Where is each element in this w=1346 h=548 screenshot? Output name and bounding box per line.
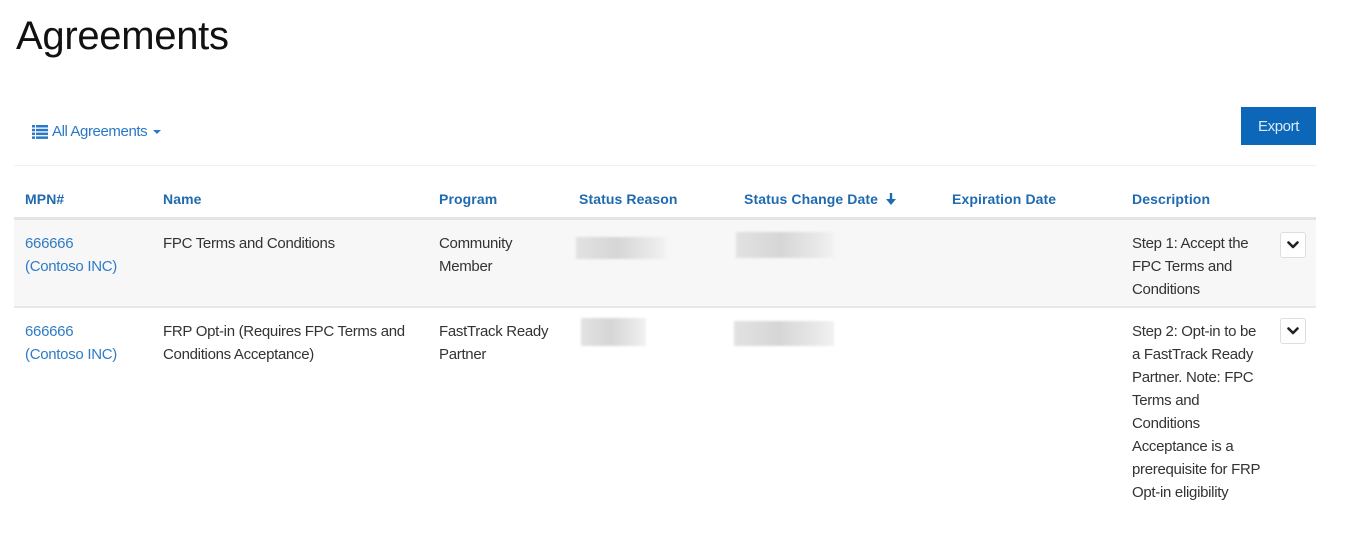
column-header-mpn[interactable]: MPN# <box>25 191 64 207</box>
column-header-status-change-date-label: Status Change Date <box>744 191 879 207</box>
status-reason-redacted <box>576 237 666 259</box>
export-button[interactable]: Export <box>1241 107 1316 145</box>
agreements-table: MPN# Name Program Status Reason Status C… <box>14 180 1316 548</box>
list-icon <box>32 124 48 139</box>
agreement-name: FRP Opt-in (Requires FPC Terms and Condi… <box>163 323 405 363</box>
chevron-down-icon <box>1287 241 1299 249</box>
column-header-program[interactable]: Program <box>439 191 497 207</box>
page-title: Agreements <box>16 14 229 58</box>
view-selector-dropdown[interactable]: All Agreements <box>32 123 162 140</box>
expand-row-button[interactable] <box>1280 318 1306 344</box>
mpn-company: (Contoso INC) <box>25 346 117 363</box>
column-header-status-reason[interactable]: Status Reason <box>579 191 678 207</box>
table-header: MPN# Name Program Status Reason Status C… <box>14 180 1316 220</box>
program: FastTrack Ready Partner <box>439 323 549 363</box>
sort-descending-icon <box>886 193 897 205</box>
view-selector-label: All Agreements <box>52 123 148 140</box>
column-header-expiration-date[interactable]: Expiration Date <box>952 191 1056 207</box>
description: Step 2: Opt-in to be a FastTrack Ready P… <box>1132 323 1260 501</box>
status-reason-redacted <box>581 318 646 346</box>
table-row: 666666 (Contoso INC) FPC Terms and Condi… <box>14 220 1316 308</box>
mpn-company: (Contoso INC) <box>25 258 117 275</box>
toolbar-divider <box>14 165 1316 166</box>
agreement-name: FPC Terms and Conditions <box>163 235 335 252</box>
expand-row-button[interactable] <box>1280 232 1306 258</box>
status-change-date-redacted <box>734 321 834 346</box>
column-header-status-change-date[interactable]: Status Change Date <box>744 191 897 207</box>
chevron-down-icon <box>1287 327 1299 335</box>
status-change-date-redacted <box>736 232 834 258</box>
table-row: 666666 (Contoso INC) FRP Opt-in (Require… <box>14 308 1316 548</box>
column-header-description[interactable]: Description <box>1132 191 1210 207</box>
program: Community Member <box>439 235 513 275</box>
caret-down-icon <box>153 129 162 134</box>
mpn-link[interactable]: 666666 (Contoso INC) <box>25 232 117 278</box>
mpn-id: 666666 <box>25 235 74 252</box>
mpn-link[interactable]: 666666 (Contoso INC) <box>25 320 117 366</box>
mpn-id: 666666 <box>25 323 74 340</box>
description: Step 1: Accept the FPC Terms and Conditi… <box>1132 235 1249 298</box>
column-header-name[interactable]: Name <box>163 191 202 207</box>
